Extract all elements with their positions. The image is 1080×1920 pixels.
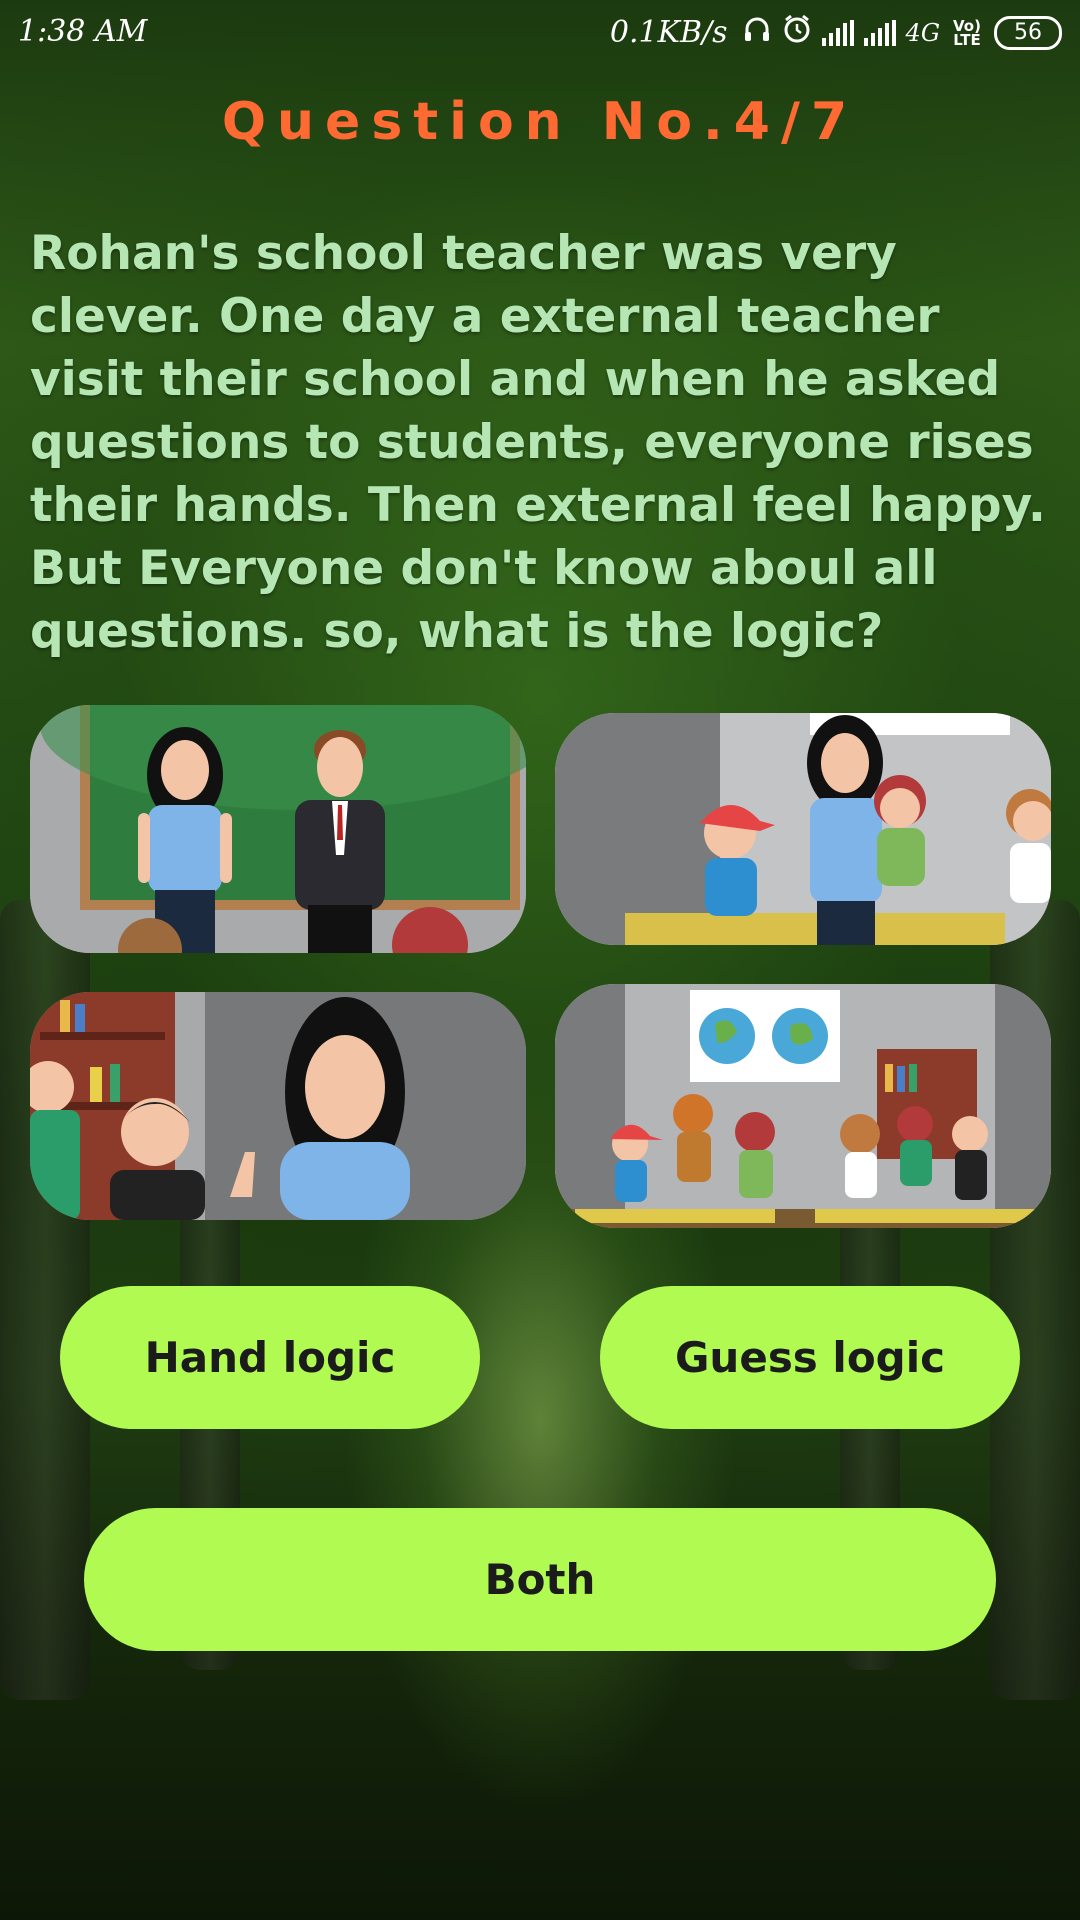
answer-hand-logic-button[interactable]: Hand logic xyxy=(60,1286,480,1429)
battery-indicator: 56 xyxy=(994,15,1062,50)
answer-both-button[interactable]: Both xyxy=(84,1508,996,1651)
signal-icon xyxy=(821,19,854,46)
scene-image-teacher-with-student xyxy=(30,992,526,1220)
question-title: Question No.4/7 xyxy=(221,92,859,152)
alarm-icon xyxy=(782,14,812,51)
network-speed: 0.1KB/s xyxy=(609,15,728,50)
status-icons: 0.1KB/s 4G Vo) LTE 56 xyxy=(610,14,1062,51)
scene-image-classroom xyxy=(555,984,1051,1228)
status-bar: 1:38 AM 0.1KB/s 4G Vo) LTE 56 xyxy=(0,0,1080,66)
scene-image-teachers-at-blackboard xyxy=(30,705,526,953)
question-text: Rohan's school teacher was very clever. … xyxy=(30,226,1046,659)
signal-icon xyxy=(863,19,896,46)
status-time: 1:38 AM xyxy=(18,14,148,49)
answer-guess-logic-button[interactable]: Guess logic xyxy=(600,1286,1020,1429)
volte-indicator: Vo) LTE xyxy=(953,16,981,49)
network-type: 4G xyxy=(905,18,940,47)
headphones-icon xyxy=(742,14,772,51)
scene-image-teacher-with-students xyxy=(555,713,1051,945)
